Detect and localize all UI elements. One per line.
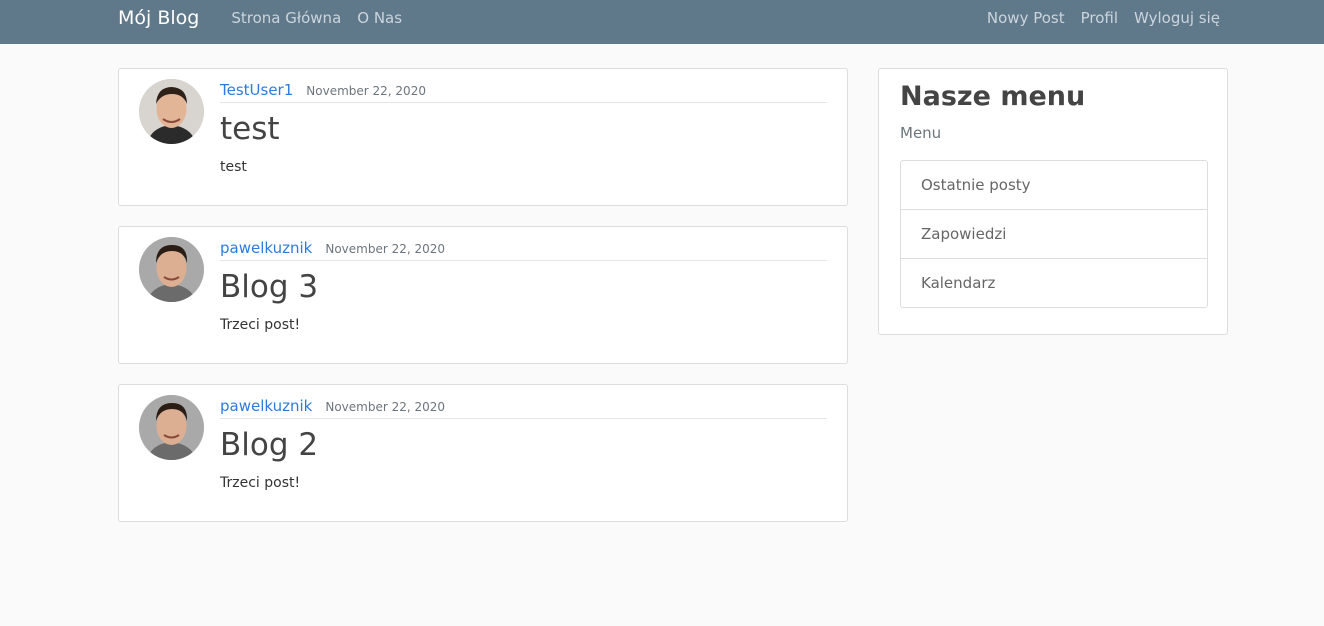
sidebar-menu-list: Ostatnie posty Zapowiedzi Kalendarz — [900, 160, 1208, 308]
post-meta: TestUser1 November 22, 2020 — [220, 81, 827, 103]
post-date: November 22, 2020 — [306, 84, 426, 98]
navbar-inner: Mój Blog Strona Główna O Nas Nowy Post P… — [118, 0, 1220, 44]
avatar — [139, 395, 204, 460]
post-title[interactable]: Blog 3 — [220, 267, 827, 307]
sidebar-title: Nasze menu — [900, 81, 1086, 112]
post-content: test — [220, 159, 247, 175]
post-date: November 22, 2020 — [325, 400, 446, 414]
sidebar-subtitle: Menu — [900, 124, 942, 142]
post-card: TestUser1 November 22, 2020 test test — [118, 68, 848, 206]
top-navbar: Mój Blog Strona Główna O Nas Nowy Post P… — [0, 0, 1324, 44]
avatar-image — [139, 395, 204, 460]
avatar — [139, 79, 204, 144]
post-card: pawelkuznik November 22, 2020 Blog 2 Trz… — [118, 384, 848, 522]
post-title[interactable]: test — [220, 109, 827, 149]
nav-link-profile[interactable]: Profil — [1081, 9, 1118, 27]
sidebar-item-announcements[interactable]: Zapowiedzi — [901, 209, 1207, 258]
sidebar-item-recent-posts[interactable]: Ostatnie posty — [901, 161, 1207, 209]
post-date: November 22, 2020 — [325, 242, 446, 256]
nav-link-logout[interactable]: Wyloguj się — [1134, 9, 1220, 27]
post-author-link[interactable]: TestUser1 — [220, 81, 293, 99]
post-body: pawelkuznik November 22, 2020 Blog 3 Trz… — [220, 239, 827, 333]
post-author-link[interactable]: pawelkuznik — [220, 397, 312, 415]
post-author-link[interactable]: pawelkuznik — [220, 239, 312, 257]
sidebar-card: Nasze menu Menu Ostatnie posty Zapowiedz… — [878, 68, 1228, 335]
nav-link-new-post[interactable]: Nowy Post — [987, 9, 1065, 27]
avatar-image — [139, 237, 204, 302]
sidebar-item-calendar[interactable]: Kalendarz — [901, 258, 1207, 307]
post-content: Trzeci post! — [220, 475, 301, 491]
brand-link[interactable]: Mój Blog — [118, 7, 199, 29]
post-meta: pawelkuznik November 22, 2020 — [220, 239, 827, 261]
nav-link-home[interactable]: Strona Główna — [231, 9, 341, 27]
post-title[interactable]: Blog 2 — [220, 425, 827, 465]
post-meta: pawelkuznik November 22, 2020 — [220, 397, 827, 419]
avatar-image — [139, 79, 204, 144]
nav-right: Nowy Post Profil Wyloguj się — [987, 9, 1220, 27]
post-body: pawelkuznik November 22, 2020 Blog 2 Trz… — [220, 397, 827, 491]
nav-left: Strona Główna O Nas — [231, 9, 418, 27]
avatar — [139, 237, 204, 302]
post-content: Trzeci post! — [220, 317, 301, 333]
nav-link-about[interactable]: O Nas — [357, 9, 402, 27]
post-card: pawelkuznik November 22, 2020 Blog 3 Trz… — [118, 226, 848, 364]
post-body: TestUser1 November 22, 2020 test test — [220, 81, 827, 175]
